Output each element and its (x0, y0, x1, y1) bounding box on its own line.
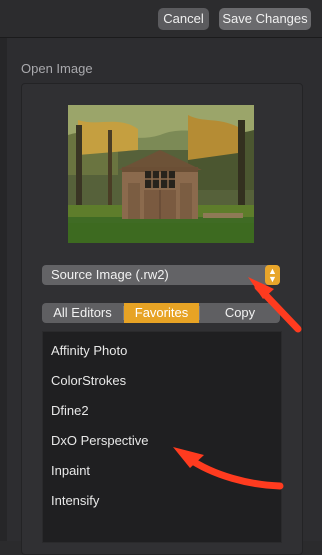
image-preview (68, 105, 254, 243)
list-item[interactable]: DxO Perspective (51, 433, 149, 448)
list-item[interactable]: Inpaint (51, 463, 90, 478)
select-stepper-icon[interactable]: ▲ ▼ (265, 265, 280, 285)
list-item[interactable]: ColorStrokes (51, 373, 126, 388)
shed-photo (68, 105, 254, 243)
list-item[interactable]: Affinity Photo (51, 343, 127, 358)
editor-list: Affinity Photo ColorStrokes Dfine2 DxO P… (42, 331, 282, 543)
source-image-select-value: Source Image (.rw2) (51, 267, 169, 282)
open-image-label: Open Image (21, 61, 93, 76)
list-item[interactable]: Intensify (51, 493, 99, 508)
tab-copy[interactable]: Copy (200, 303, 280, 323)
editor-filter-tabs: All Editors Favorites Copy (42, 303, 280, 323)
source-image-select[interactable]: Source Image (.rw2) (42, 265, 280, 285)
top-toolbar: Cancel Save Changes (0, 0, 322, 38)
tab-favorites[interactable]: Favorites (124, 303, 199, 323)
save-changes-button[interactable]: Save Changes (219, 8, 311, 30)
tab-all-editors[interactable]: All Editors (42, 303, 123, 323)
cancel-button[interactable]: Cancel (158, 8, 209, 30)
list-item[interactable]: Dfine2 (51, 403, 89, 418)
